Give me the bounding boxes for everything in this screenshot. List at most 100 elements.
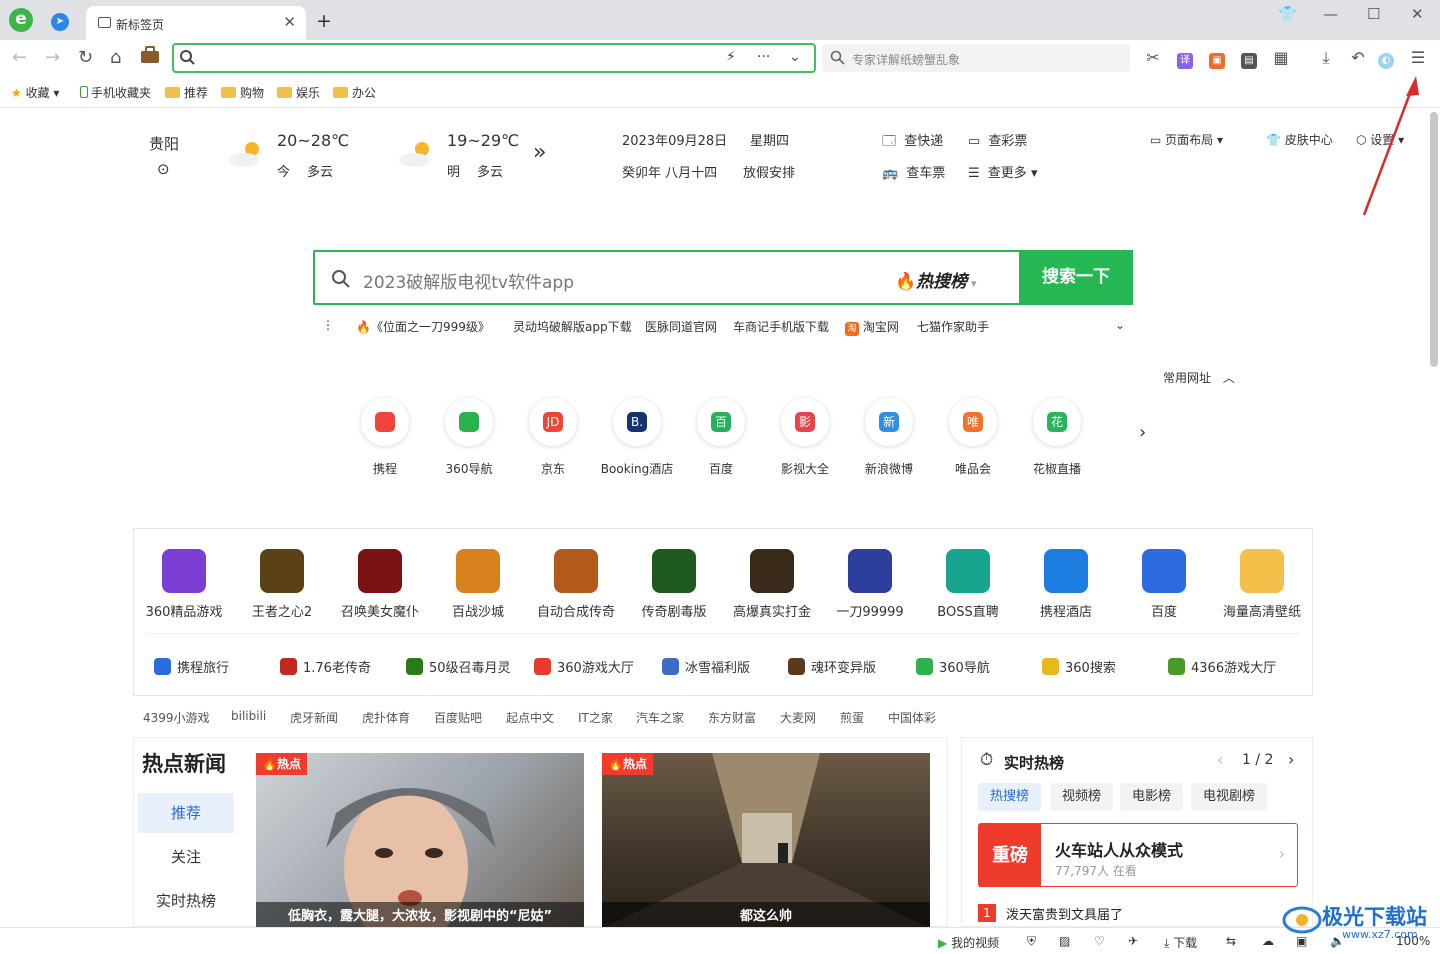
skin-center-button[interactable]: 👕 皮肤中心 — [1266, 131, 1333, 148]
next-page-icon[interactable]: › — [1288, 750, 1294, 769]
menu-icon[interactable]: ☰ — [1408, 48, 1428, 67]
game-icon[interactable]: ▣ — [1207, 48, 1227, 69]
quick-link[interactable]: 大麦网 — [780, 709, 816, 726]
bookmark-folder-recommend[interactable]: 推荐 — [165, 84, 208, 101]
image-icon[interactable]: ▨ — [1059, 934, 1070, 948]
translate-icon[interactable]: 译 — [1175, 48, 1195, 69]
quick-link[interactable]: 百度贴吧 — [434, 709, 482, 726]
hotword-item[interactable]: 医脉同道官网 — [645, 318, 717, 335]
quick-link[interactable]: 煎蛋 — [840, 709, 864, 726]
news-tab-realtime[interactable]: 实时热榜 — [138, 881, 234, 921]
close-tab-icon[interactable]: ✕ — [283, 13, 296, 31]
reader-icon[interactable]: ▤ — [1239, 48, 1259, 69]
common-sites-label[interactable]: 常用网址 ︿ — [1163, 369, 1235, 386]
tool-lottery[interactable]: ▭ 查彩票 — [968, 130, 1027, 149]
bookmark-favorites[interactable]: ★ 收藏 ▾ — [11, 84, 59, 101]
main-search-box[interactable]: 2023破解版电视tv软件app 🔥热搜榜 ▾ 搜索一下 — [313, 250, 1133, 305]
bookmark-folder-office[interactable]: 办公 — [333, 84, 376, 101]
briefcase-icon[interactable] — [140, 46, 160, 69]
hotword-item[interactable]: 灵动坞破解版app下载 — [513, 318, 632, 335]
game-item[interactable]: 自动合成传奇 — [526, 549, 626, 620]
undo-icon[interactable]: ↶ — [1348, 48, 1368, 67]
game-link[interactable]: 360游戏大厅 — [534, 657, 634, 676]
apps-grid-icon[interactable]: ▦ — [1271, 48, 1291, 67]
bookmark-mobile[interactable]: 手机收藏夹 — [80, 84, 151, 101]
search-button[interactable]: 搜索一下 — [1019, 250, 1133, 305]
rocket-icon[interactable]: ✈ — [1128, 934, 1138, 948]
quick-link[interactable]: 汽车之家 — [636, 709, 684, 726]
game-item[interactable]: 传奇剧毒版 — [624, 549, 724, 620]
game-item[interactable]: 百战沙城 — [428, 549, 528, 620]
site-item[interactable]: JD 京东 — [513, 398, 593, 477]
game-link[interactable]: 1.76老传奇 — [280, 657, 371, 676]
rank-tab-video[interactable]: 视频榜 — [1050, 783, 1114, 811]
tool-express[interactable]: 🗔 查快递 — [882, 130, 943, 154]
quick-link[interactable]: 虎扑体育 — [362, 709, 410, 726]
quick-link[interactable]: 起点中文 — [506, 709, 554, 726]
game-item[interactable]: 携程酒店 — [1016, 549, 1116, 620]
game-link[interactable]: 360搜索 — [1042, 657, 1116, 676]
tab-new-tab[interactable]: 新标签页 ✕ — [86, 6, 306, 40]
back-button[interactable]: ← — [12, 47, 27, 68]
quick-link[interactable]: 4399小游戏 — [143, 709, 210, 726]
close-window-button[interactable]: ✕ — [1411, 5, 1424, 23]
rank-item[interactable]: 泼天富贵到文具届了 — [1006, 904, 1123, 923]
site-item[interactable]: 百百度 — [681, 398, 761, 477]
featured-item[interactable]: 重磅 火车站人从众模式 77,797人 在看 › — [978, 823, 1298, 887]
page-layout-button[interactable]: ▭ 页面布局 ▾ — [1150, 131, 1223, 148]
shield-icon[interactable]: ⛨ — [1027, 934, 1036, 949]
game-item[interactable]: 召唤美女魔仆 — [330, 549, 430, 620]
search-input[interactable]: 2023破解版电视tv软件app — [363, 268, 574, 293]
city-name[interactable]: 贵阳 — [149, 133, 179, 154]
tool-more[interactable]: ☰ 查更多 ▾ — [968, 162, 1037, 181]
quick-link[interactable]: IT之家 — [578, 709, 613, 726]
rank-tab-tv[interactable]: 电视剧榜 — [1191, 783, 1268, 811]
hotword-item[interactable]: 车商记手机版下载 — [733, 318, 829, 335]
hot-search-dropdown[interactable]: 🔥热搜榜 ▾ — [895, 267, 977, 292]
chevron-down-icon[interactable]: ⌄ — [789, 49, 801, 65]
minimize-button[interactable]: — — [1323, 5, 1338, 23]
news-tab-follow[interactable]: 关注 — [138, 837, 234, 877]
site-item[interactable]: 携程 — [345, 398, 425, 477]
news-tab-recommend[interactable]: 推荐 — [138, 793, 234, 833]
site-item[interactable]: 唯唯品会 — [933, 398, 1013, 477]
scissors-icon[interactable]: ✂ — [1143, 48, 1163, 67]
home-button[interactable]: ⌂ — [110, 47, 121, 68]
tool-train[interactable]: 🚌 查车票 — [882, 162, 945, 181]
game-item[interactable]: BOSS直聘 — [918, 549, 1018, 620]
location-icon[interactable]: ⊙ — [157, 160, 170, 178]
browser-logo-icon[interactable]: e — [9, 8, 33, 32]
rank-tab-movie[interactable]: 电影榜 — [1120, 783, 1184, 811]
bookmark-folder-shopping[interactable]: 购物 — [221, 84, 264, 101]
news-card[interactable]: 🔥热点 都这么帅 — [602, 753, 930, 928]
chevron-right-icon[interactable]: › — [1139, 422, 1146, 443]
game-item[interactable]: 360精品游戏 — [134, 549, 234, 620]
rank-tab-hot[interactable]: 热搜榜 — [978, 783, 1042, 811]
site-item[interactable]: 影影视大全 — [765, 398, 845, 477]
send-icon[interactable]: ➤ — [51, 13, 69, 31]
game-item[interactable]: 一刀99999 — [820, 549, 920, 620]
game-item[interactable]: 高爆真实打金 — [722, 549, 822, 620]
game-item[interactable]: 百度 — [1114, 549, 1214, 620]
sync-icon[interactable]: ⇆ — [1226, 934, 1236, 948]
game-link[interactable]: 携程旅行 — [154, 657, 229, 676]
prev-page-icon[interactable]: ‹ — [1217, 750, 1223, 769]
scrollbar[interactable] — [1430, 112, 1438, 367]
quick-link[interactable]: 虎牙新闻 — [290, 709, 338, 726]
maximize-button[interactable]: ☐ — [1367, 5, 1380, 23]
quick-link[interactable]: 中国体彩 — [888, 709, 936, 726]
hotword-item[interactable]: 七猫作家助手 — [917, 318, 989, 335]
hotwords-menu-icon[interactable]: ⋮ — [322, 318, 334, 332]
profile-icon[interactable]: ◐ — [1376, 48, 1396, 69]
heart-icon[interactable]: ♡ — [1094, 934, 1105, 948]
game-link[interactable]: 冰雪福利版 — [662, 657, 750, 676]
game-link[interactable]: 50级召毒月灵 — [406, 657, 511, 676]
bookmark-folder-entertainment[interactable]: 娱乐 — [277, 84, 320, 101]
lightning-icon[interactable]: ⚡ — [726, 49, 736, 65]
chevron-down-icon[interactable]: ⌄ — [1115, 318, 1125, 332]
quick-link[interactable]: 东方财富 — [708, 709, 756, 726]
forward-button[interactable]: → — [45, 47, 60, 68]
address-bar[interactable]: ⚡ ··· ⌄ — [172, 43, 816, 73]
site-item[interactable]: 新新浪微博 — [849, 398, 929, 477]
my-video-button[interactable]: ▶ 我的视频 — [938, 934, 999, 951]
